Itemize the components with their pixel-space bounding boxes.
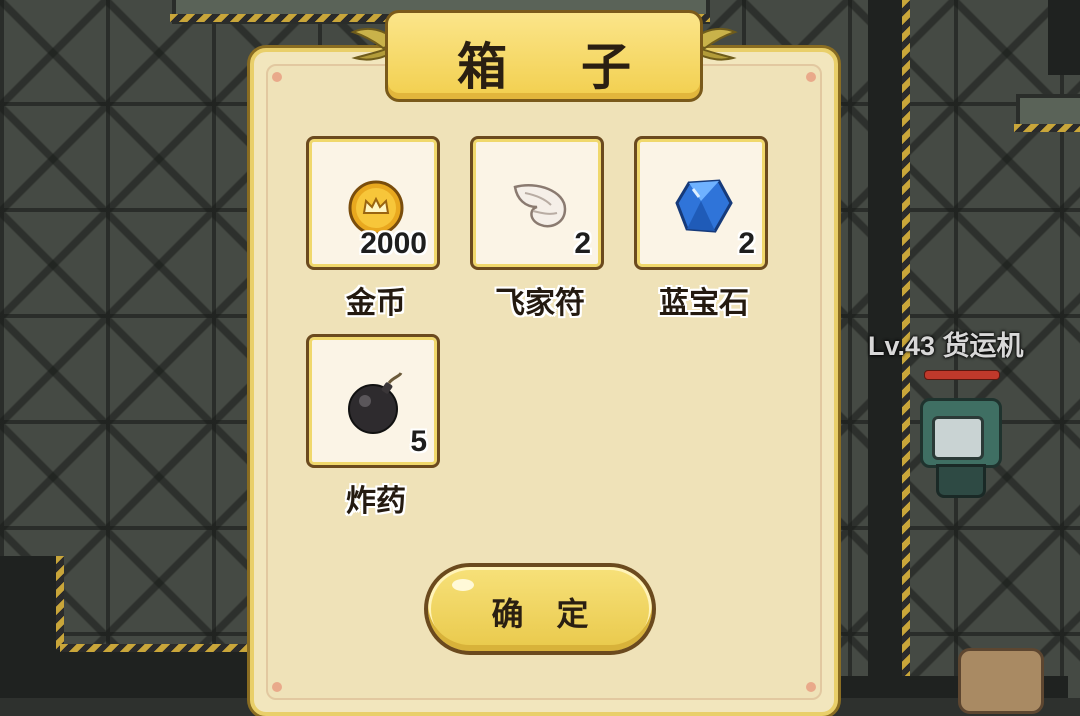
wall-segment xyxy=(1048,0,1080,75)
corner-dot xyxy=(806,682,816,692)
item-slot-gem[interactable]: 2 xyxy=(634,136,768,270)
item-name: 金币 xyxy=(346,287,406,320)
item-name: 飞家符 xyxy=(495,287,585,320)
enemy-level-label: Lv.43 货运机 xyxy=(868,331,1024,361)
item-count: 2000 xyxy=(360,227,427,260)
hazard-stripe xyxy=(1014,124,1080,132)
dialog-title: 箱 子 xyxy=(457,39,661,95)
corner-dot xyxy=(272,72,282,82)
corner-dot xyxy=(806,72,816,82)
item-name: 炸药 xyxy=(346,485,406,518)
title-plate: 箱 子 xyxy=(385,10,703,102)
confirm-button[interactable]: 确 定 xyxy=(424,563,656,655)
wing-icon xyxy=(513,184,567,228)
item-count: 5 xyxy=(410,425,427,458)
floor-slab xyxy=(1016,94,1080,128)
item-name: 蓝宝石 xyxy=(659,287,749,320)
dialog-title-banner: 箱 子 xyxy=(350,10,738,102)
item-count: 2 xyxy=(738,227,755,260)
blue-gem-icon xyxy=(675,179,733,233)
corner-dot xyxy=(272,682,282,692)
enemy-cargo-robot[interactable] xyxy=(918,398,1002,498)
robot-legs xyxy=(936,464,986,498)
bomb-icon xyxy=(348,372,403,434)
hazard-stripe xyxy=(60,644,250,652)
item-count: 2 xyxy=(574,227,591,260)
item-slot-wing[interactable]: 2 xyxy=(470,136,604,270)
item-slot-gold[interactable]: 2000 xyxy=(306,136,440,270)
enemy-hp-bar xyxy=(924,370,1000,380)
wall-segment xyxy=(0,650,250,698)
confirm-button-label: 确 定 xyxy=(491,596,601,632)
robot-face-screen xyxy=(932,416,984,460)
crate-object[interactable] xyxy=(958,648,1044,714)
item-slot-bomb[interactable]: 5 xyxy=(306,334,440,468)
